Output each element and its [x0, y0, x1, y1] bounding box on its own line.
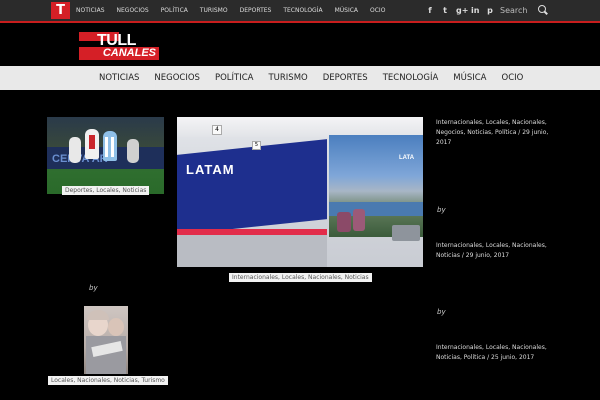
top-nav-item-noticias[interactable]: NOTICIAS [76, 0, 105, 21]
post-meta-2[interactable]: Internacionales, Locales, Nacionales, No… [436, 241, 556, 261]
post-thumbnail-football[interactable]: CERVA AR [47, 117, 164, 194]
post-caption-selfie[interactable]: Locales, Nacionales, Noticias, Turismo [48, 376, 168, 385]
brand-logo-line2: CANALES [79, 47, 159, 60]
top-bar: T NOTICIAS NEGOCIOS POLÍTICA TURISMO DEP… [0, 0, 600, 23]
main-nav-item-turismo[interactable]: TURISMO [268, 66, 307, 90]
post-caption-latam[interactable]: Internacionales, Locales, Nacionales, No… [229, 273, 372, 282]
main-nav-item-noticias[interactable]: NOTICIAS [99, 66, 139, 90]
main-nav-item-ocio[interactable]: OCIO [502, 66, 524, 90]
top-nav-item-turismo[interactable]: TURISMO [200, 0, 228, 21]
post-thumbnail-selfie[interactable] [84, 306, 128, 374]
top-nav-item-musica[interactable]: MÚSICA [335, 0, 358, 21]
pinterest-icon[interactable]: p [486, 4, 494, 17]
twitter-icon[interactable]: t [441, 4, 449, 17]
post-author-2: by [437, 308, 446, 316]
post-author-1: by [437, 206, 446, 214]
main-nav-item-politica[interactable]: POLÍTICA [215, 66, 254, 90]
top-nav-item-deportes[interactable]: DEPORTES [240, 0, 272, 21]
site-logo-icon[interactable]: T [51, 2, 70, 19]
top-nav-item-tecnologia[interactable]: TECNOLOGÍA [283, 0, 322, 21]
post-author-3: by [89, 284, 98, 292]
main-nav-item-negocios[interactable]: NEGOCIOS [154, 66, 200, 90]
main-nav: NOTICIAS NEGOCIOS POLÍTICA TURISMO DEPOR… [0, 66, 600, 90]
main-nav-item-deportes[interactable]: DEPORTES [323, 66, 368, 90]
top-nav: NOTICIAS NEGOCIOS POLÍTICA TURISMO DEPOR… [76, 0, 397, 21]
main-nav-item-tecnologia[interactable]: TECNOLOGÍA [383, 66, 439, 90]
top-nav-item-politica[interactable]: POLÍTICA [161, 0, 188, 21]
post-caption-football[interactable]: Deportes, Locales, Noticias [62, 186, 150, 195]
latam-sign: LATAM [186, 162, 235, 177]
linkedin-icon[interactable]: in [471, 4, 479, 17]
social-links: f t g+ in p [426, 4, 494, 17]
search-icon[interactable] [538, 5, 546, 13]
post-meta-3[interactable]: Internacionales, Locales, Nacionales, No… [436, 343, 556, 363]
top-nav-item-ocio[interactable]: OCIO [370, 0, 385, 21]
top-nav-item-negocios[interactable]: NEGOCIOS [117, 0, 149, 21]
post-meta-1[interactable]: Internacionales, Locales, Nacionales, Ne… [436, 118, 556, 148]
facebook-icon[interactable]: f [426, 4, 434, 17]
post-thumbnail-latam[interactable]: LATAM LATA 4 5 [177, 117, 423, 267]
google-plus-icon[interactable]: g+ [456, 4, 468, 17]
brand-logo[interactable]: TULL CANALES [79, 32, 161, 62]
main-nav-item-musica[interactable]: MÚSICA [453, 66, 486, 90]
